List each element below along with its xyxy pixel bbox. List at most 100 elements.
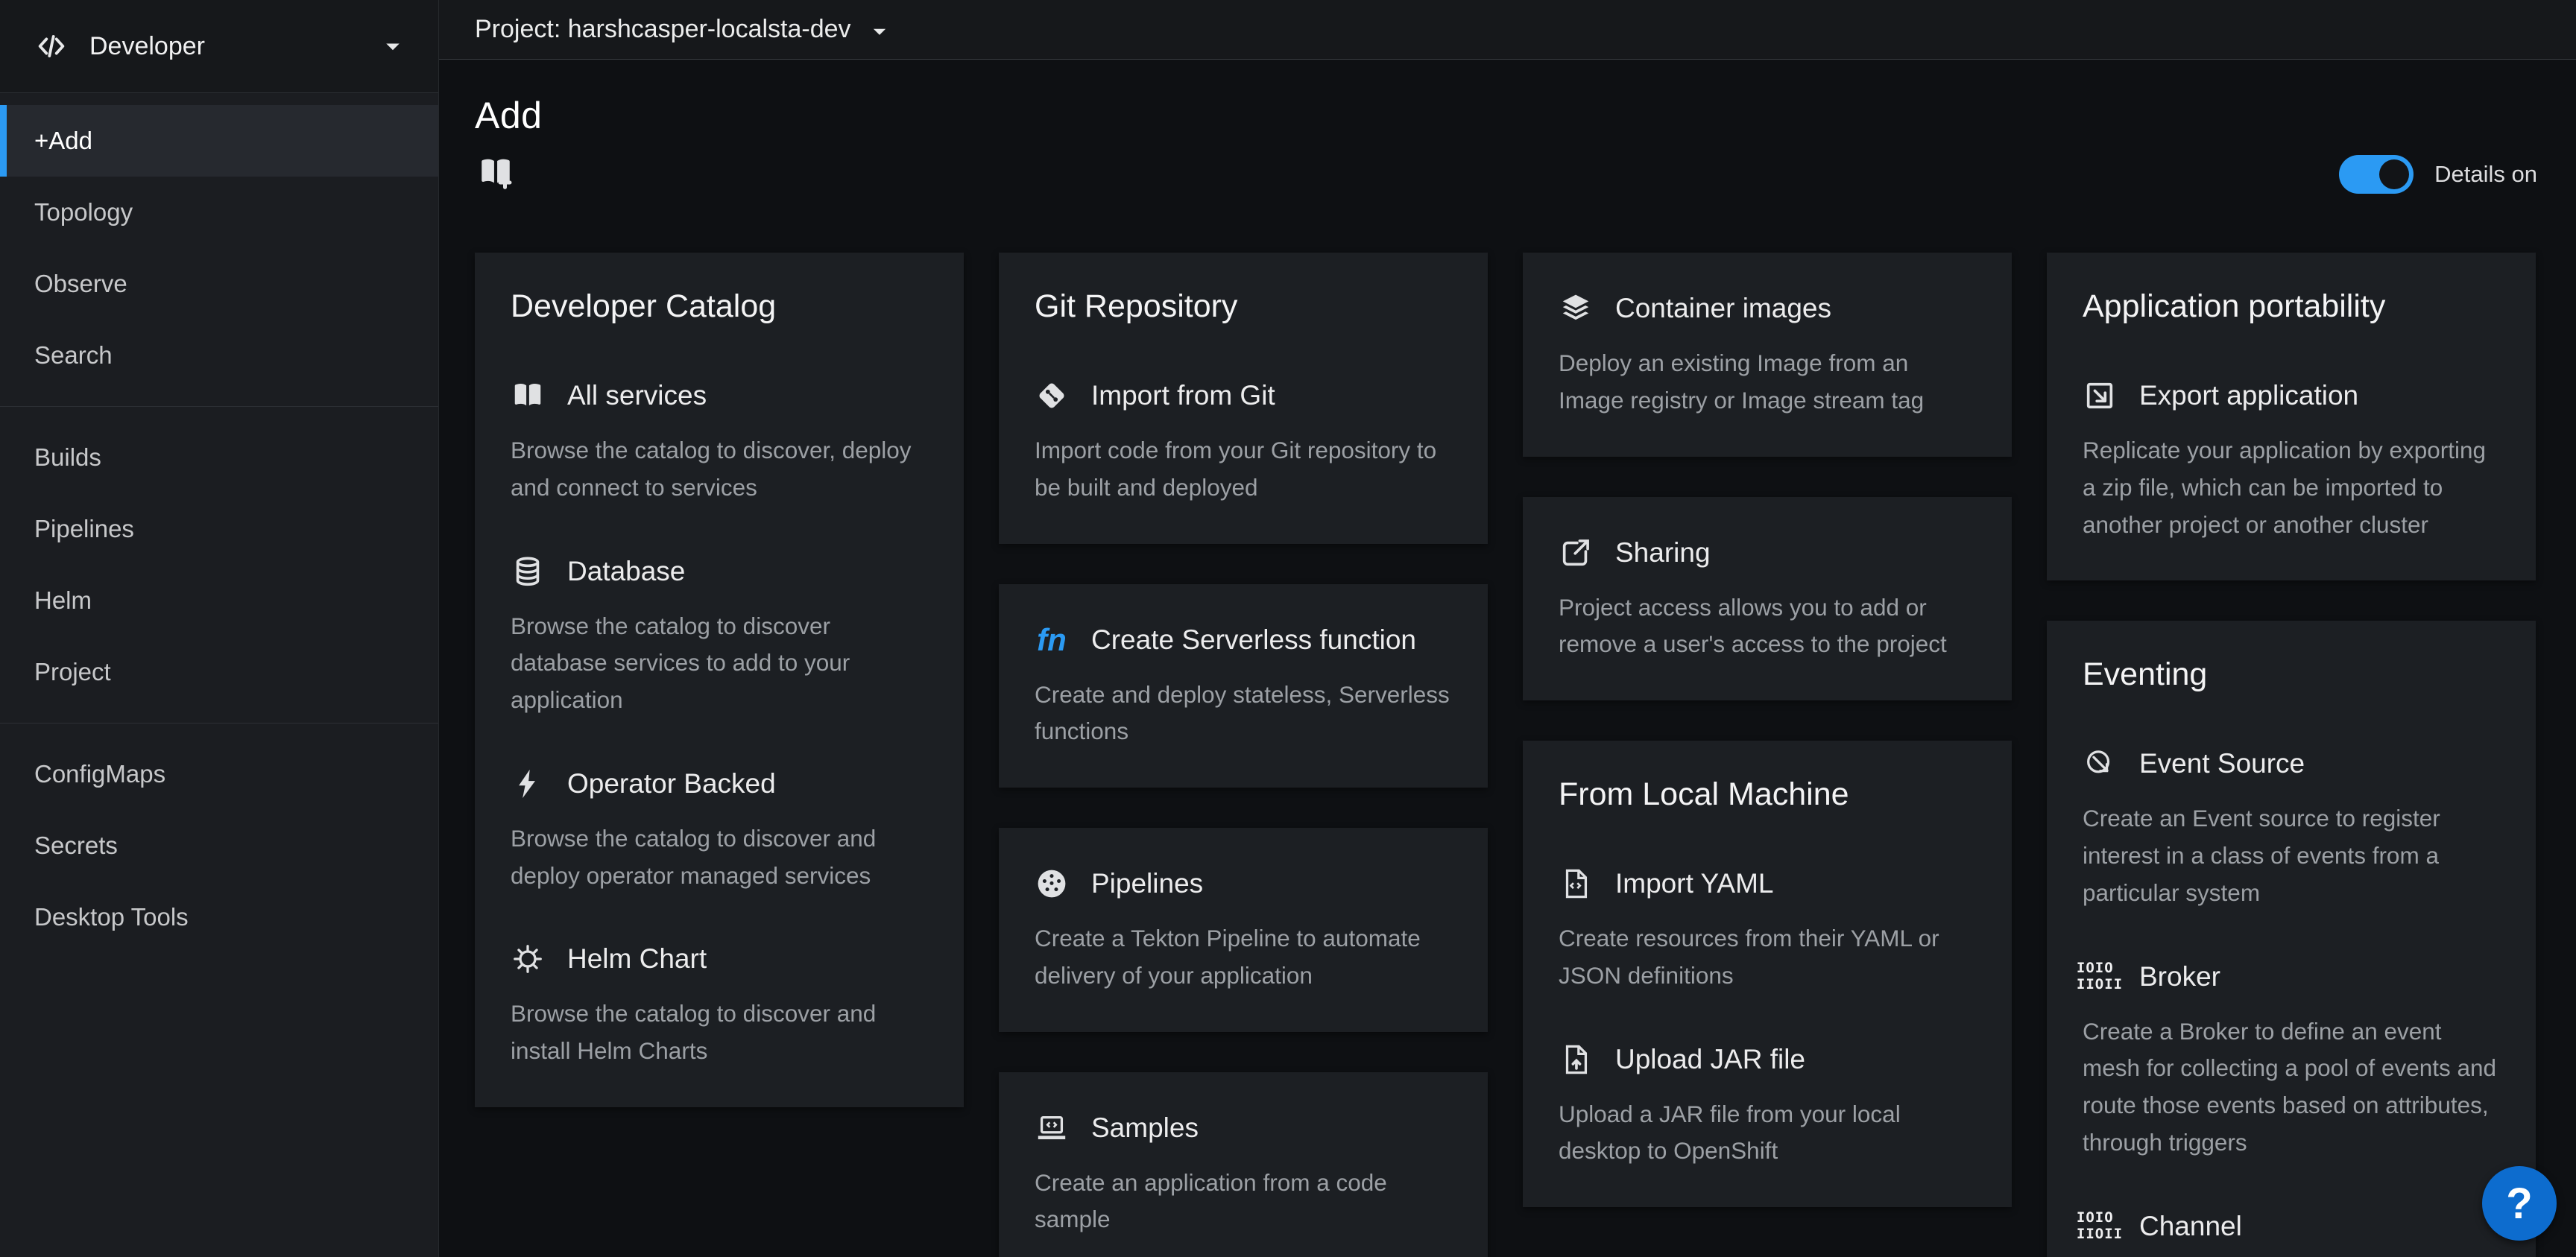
- tile-description: Browse the catalog to discover database …: [511, 608, 928, 719]
- book-icon: [511, 379, 545, 413]
- sidebar-item-observe[interactable]: Observe: [0, 248, 438, 320]
- tile-link-channel[interactable]: IOIOIIOII Channel: [2083, 1209, 2500, 1244]
- details-toggle-switch[interactable]: [2339, 155, 2414, 194]
- tile-description: Create a Tekton Pipeline to automate del…: [1035, 920, 1452, 995]
- export-icon: [2083, 379, 2117, 413]
- tile-link-container-images[interactable]: Container images: [1559, 291, 1976, 326]
- event-source-icon: [2083, 747, 2117, 781]
- sidebar-item-project[interactable]: Project: [0, 636, 438, 708]
- laptop-code-icon: [1035, 1111, 1069, 1145]
- tile-description: Upload a JAR file from your local deskto…: [1559, 1096, 1976, 1171]
- tile-link-create-serverless-function[interactable]: fnCreate Serverless function: [1035, 623, 1452, 657]
- tile-helm-chart: Helm Chart Browse the catalog to discover…: [511, 942, 928, 1070]
- tile-description: Create a Broker to define an event mesh …: [2083, 1013, 2500, 1162]
- tile-link-all-services[interactable]: All services: [511, 379, 928, 413]
- project-selector-label: Project: harshcasper-localsta-dev: [475, 15, 851, 44]
- tile-label: Import YAML: [1615, 868, 1773, 899]
- tile-create-serverless-function: fnCreate Serverless function Create and d…: [1035, 623, 1452, 751]
- file-upload-icon: [1559, 1042, 1593, 1077]
- tile-link-upload-jar-file[interactable]: Upload JAR file: [1559, 1042, 1976, 1077]
- tekton-icon: [1035, 867, 1069, 901]
- tile-operator-backed: Operator BackedBrowse the catalog to dis…: [511, 767, 928, 895]
- bolt-icon: [511, 767, 545, 801]
- tile-link-helm-chart[interactable]: Helm Chart: [511, 942, 928, 976]
- tile-description: Browse the catalog to discover and insta…: [511, 995, 928, 1070]
- card-eventing: Eventing Event SourceCreate an Event sour…: [2047, 621, 2536, 1257]
- git-icon: [1035, 379, 1069, 413]
- tile-label: Upload JAR file: [1615, 1044, 1805, 1075]
- card-pipelines: Pipelines Create a Tekton Pipeline to aut…: [999, 828, 1488, 1032]
- database-icon: [511, 554, 545, 589]
- tile-link-event-source[interactable]: Event Source: [2083, 747, 2500, 781]
- sidebar-item-search[interactable]: Search: [0, 320, 438, 391]
- help-button[interactable]: ?: [2482, 1166, 2557, 1241]
- code-icon: [34, 29, 69, 63]
- sidebar: Developer +AddTopologyObserveSearch Build…: [0, 0, 439, 1257]
- tile-link-export-application[interactable]: Export application: [2083, 379, 2500, 413]
- layers-icon: [1559, 291, 1593, 326]
- tile-link-import-yaml[interactable]: Import YAML: [1559, 867, 1976, 901]
- card-column-3: Container imagesDeploy an existing Image…: [1523, 253, 2012, 1207]
- tile-label: All services: [567, 380, 707, 411]
- sidebar-item-configmaps[interactable]: ConfigMaps: [0, 738, 438, 810]
- sidebar-item-add[interactable]: +Add: [0, 105, 438, 177]
- sidebar-item-desktop-tools[interactable]: Desktop Tools: [0, 881, 438, 953]
- tile-label: Export application: [2139, 380, 2358, 411]
- tile-description: Create an application from a code sample: [1035, 1165, 1452, 1239]
- tile-label: Samples: [1091, 1112, 1199, 1144]
- tile-link-sharing[interactable]: Sharing: [1559, 536, 1976, 570]
- sidebar-item-builds[interactable]: Builds: [0, 422, 438, 493]
- fn-icon: fn: [1035, 623, 1069, 657]
- sidebar-item-secrets[interactable]: Secrets: [0, 810, 438, 881]
- toggle-knob: [2379, 159, 2409, 189]
- tile-link-pipelines[interactable]: Pipelines: [1035, 867, 1452, 901]
- tile-upload-jar-file: Upload JAR file Upload a JAR file from yo…: [1559, 1042, 1976, 1171]
- quick-starts-button[interactable]: [475, 153, 517, 191]
- project-selector[interactable]: Project: harshcasper-localsta-dev: [475, 15, 890, 44]
- tile-sharing: Sharing Project access allows you to add …: [1559, 536, 1976, 664]
- tile-all-services: All servicesBrowse the catalog to discov…: [511, 379, 928, 507]
- card-column-4: Application portabilityExport applicatio…: [2047, 253, 2536, 1257]
- sidebar-divider: [0, 406, 438, 407]
- tile-link-import-from-git[interactable]: Import from Git: [1035, 379, 1452, 413]
- tile-label: Sharing: [1615, 537, 1711, 569]
- tile-description: Project access allows you to add or remo…: [1559, 589, 1976, 664]
- tile-event-source: Event SourceCreate an Event source to re…: [2083, 747, 2500, 911]
- card-create-serverless-function: fnCreate Serverless function Create and d…: [999, 584, 1488, 788]
- page-title: Add: [475, 94, 2540, 137]
- sidebar-item-helm[interactable]: Helm: [0, 565, 438, 636]
- card-title: Eventing: [2083, 656, 2500, 693]
- tile-description: Create resources from their YAML or JSON…: [1559, 920, 1976, 995]
- tile-label: Channel: [2139, 1211, 2242, 1242]
- card-from-local-machine: From Local Machine Import YAML Create reso…: [1523, 741, 2012, 1207]
- binary-icon: IOIOIIOII: [2083, 1209, 2117, 1244]
- sidebar-item-topology[interactable]: Topology: [0, 177, 438, 248]
- tile-link-database[interactable]: Database: [511, 554, 928, 589]
- sidebar-nav: +AddTopologyObserveSearch BuildsPipelines…: [0, 93, 438, 953]
- sidebar-divider: [0, 723, 438, 724]
- perspective-switcher[interactable]: Developer: [0, 0, 438, 93]
- tile-link-broker[interactable]: IOIOIIOIIBroker: [2083, 960, 2500, 994]
- tile-description: Replicate your application by exporting …: [2083, 432, 2500, 543]
- sidebar-item-pipelines[interactable]: Pipelines: [0, 493, 438, 565]
- tile-label: Pipelines: [1091, 868, 1203, 899]
- tile-description: Import code from your Git repository to …: [1035, 432, 1452, 507]
- card-column-1: Developer CatalogAll servicesBrowse the …: [475, 253, 964, 1107]
- file-code-icon: [1559, 867, 1593, 901]
- tile-link-operator-backed[interactable]: Operator Backed: [511, 767, 928, 801]
- card-git-repository: Git RepositoryImport from GitImport code…: [999, 253, 1488, 544]
- details-toggle: Details on: [2339, 155, 2537, 194]
- masthead: Project: harshcasper-localsta-dev: [439, 0, 2576, 60]
- card-title: Developer Catalog: [511, 288, 928, 325]
- app-root: Developer +AddTopologyObserveSearch Build…: [0, 0, 2576, 1257]
- tile-broker: IOIOIIOIIBroker Create a Broker to define…: [2083, 960, 2500, 1162]
- tile-description: Create and deploy stateless, Serverless …: [1035, 677, 1452, 751]
- tile-link-samples[interactable]: Samples: [1035, 1111, 1452, 1145]
- share-icon: [1559, 536, 1593, 570]
- helm-icon: [511, 942, 545, 976]
- card-title: From Local Machine: [1559, 776, 1976, 813]
- add-page: Add Details on Developer Catalog All serv…: [439, 60, 2576, 1257]
- binary-icon: IOIOIIOII: [2083, 960, 2117, 994]
- card-developer-catalog: Developer CatalogAll servicesBrowse the …: [475, 253, 964, 1107]
- chevron-down-icon: [869, 19, 890, 40]
